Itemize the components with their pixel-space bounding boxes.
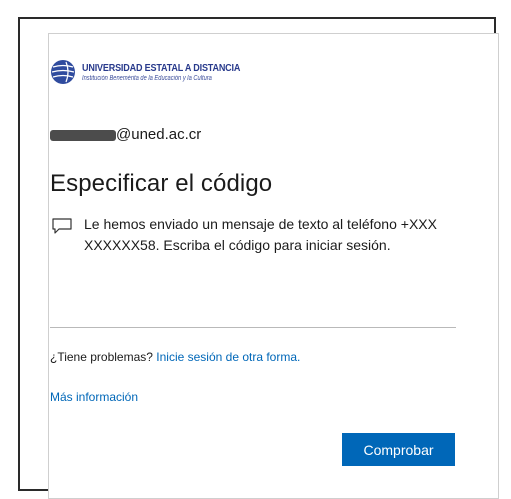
redacted-username [50, 130, 116, 141]
organization-name: UNIVERSIDAD ESTATAL A DISTANCIA [82, 62, 241, 74]
divider [50, 327, 456, 328]
sign-in-card [48, 33, 499, 499]
trouble-question: ¿Tiene problemas? [50, 350, 153, 364]
chat-bubble-icon [52, 218, 72, 234]
page-title: Especificar el código [50, 170, 273, 197]
verify-button[interactable]: Comprobar [342, 433, 455, 466]
account-identity: @uned.ac.cr [50, 126, 201, 143]
account-email: @uned.ac.cr [116, 126, 202, 143]
organization-subtitle: Institución Benemérita de la Educación y… [82, 75, 212, 82]
more-info-link[interactable]: Más información [50, 390, 138, 404]
sign-in-another-way-link[interactable]: Inicie sesión de otra forma. [156, 350, 300, 364]
uned-logo-icon [51, 60, 75, 84]
trouble-row: ¿Tiene problemas? Inicie sesión de otra … [50, 350, 300, 364]
sms-message: Le hemos enviado un mensaje de texto al … [84, 216, 437, 253]
